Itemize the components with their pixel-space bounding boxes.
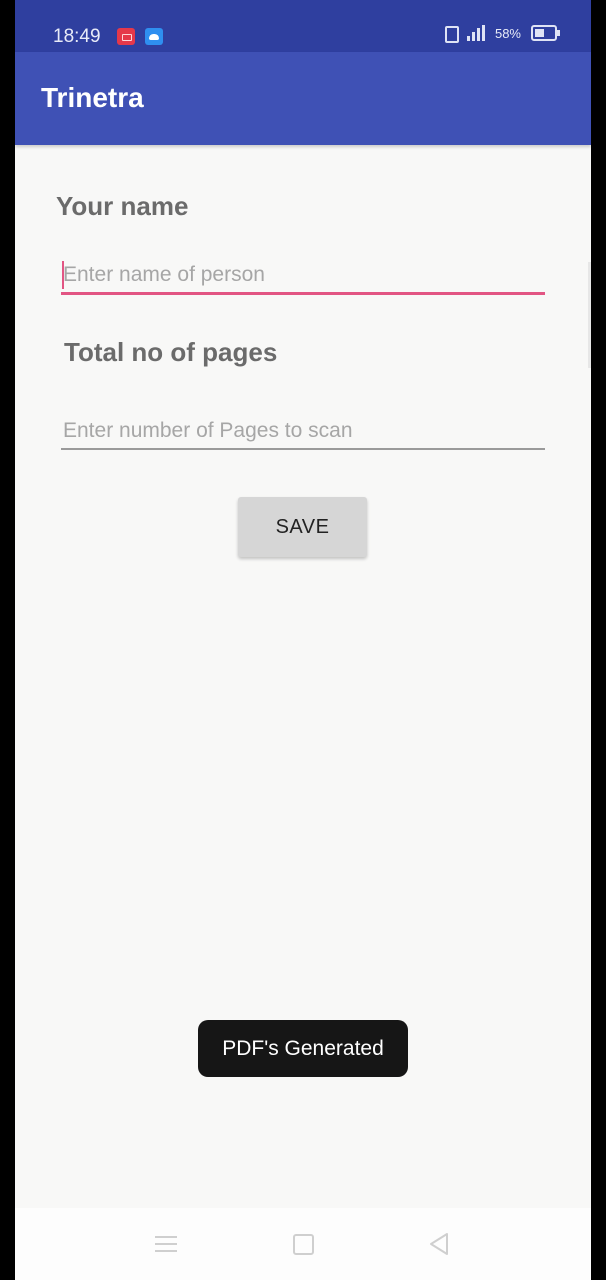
- status-time: 18:49: [53, 26, 101, 47]
- pages-input[interactable]: [61, 414, 545, 450]
- battery-icon: [531, 25, 560, 41]
- sim-icon: [443, 25, 459, 43]
- scroll-indicator: [588, 262, 591, 368]
- app-screen: 18:49 58% Trinetra Your name Total no of…: [15, 0, 591, 1280]
- weather-icon: [145, 28, 163, 45]
- app-title: Trinetra: [41, 82, 144, 113]
- battery-percent: 58%: [494, 25, 521, 41]
- save-button[interactable]: SAVE: [238, 497, 367, 557]
- screen-recorder-icon: [117, 28, 135, 45]
- text-cursor: [62, 261, 64, 289]
- toast-text: PDF's Generated: [222, 1036, 384, 1060]
- toast-message: PDF's Generated: [198, 1020, 408, 1077]
- status-indicators: 58%: [443, 25, 560, 43]
- signal-icon: [466, 25, 485, 41]
- home-icon[interactable]: [293, 1234, 314, 1255]
- name-label: Your name: [56, 191, 189, 221]
- name-input[interactable]: [61, 257, 545, 295]
- menu-icon[interactable]: [155, 1234, 177, 1254]
- back-icon[interactable]: [428, 1232, 450, 1256]
- back-icon-glyph: [430, 1233, 448, 1255]
- pages-label: Total no of pages: [64, 337, 278, 367]
- app-bar: Trinetra: [15, 52, 591, 145]
- status-bar: 18:49 58%: [15, 0, 591, 52]
